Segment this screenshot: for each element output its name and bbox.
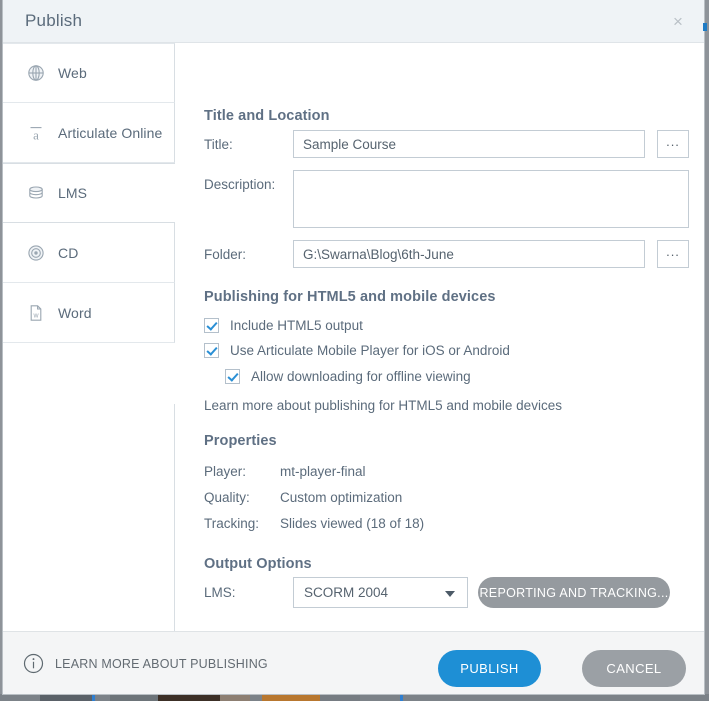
publish-target-sidebar: Web a Articulate Online LMS CD w Word [3,43,175,631]
background-tile [320,694,360,701]
page-title: Publish [25,11,83,30]
sidebar-filler [3,404,175,631]
checkbox-include-html5[interactable] [204,318,219,333]
svg-text:a: a [33,127,39,142]
sidebar-item-word[interactable]: w Word [3,283,175,343]
sidebar-item-web[interactable]: Web [3,43,175,103]
checkbox-row-allow-offline-download[interactable]: Allow downloading for offline viewing [225,369,471,384]
svg-text:w: w [32,312,39,319]
player-label: Player: [204,464,247,479]
checkbox-use-mobile-player[interactable] [204,343,219,358]
articulate-a-icon: a [27,124,45,142]
quality-value[interactable]: Custom optimization [280,490,402,505]
description-textarea[interactable] [293,170,689,228]
checkbox-allow-offline-download[interactable] [225,369,240,384]
chevron-down-icon [445,591,455,597]
lms-label: LMS: [204,585,236,600]
dialog-body: Web a Articulate Online LMS CD w Word Ti… [3,43,704,631]
background-tile [158,694,220,701]
title-label: Title: [204,137,233,152]
tracking-value[interactable]: Slides viewed (18 of 18) [280,516,424,531]
dialog-titlebar: Publish × [3,0,707,43]
player-value[interactable]: mt-player-final [280,464,366,479]
title-input[interactable] [293,130,645,158]
checkbox-label: Use Articulate Mobile Player for iOS or … [230,343,510,358]
section-heading-title-and-location: Title and Location [204,108,330,124]
description-label: Description: [204,177,276,192]
window-accent-sliver [703,23,707,31]
desktop-background-strip [0,694,709,701]
sidebar-item-cd[interactable]: CD [3,223,175,283]
sidebar-item-label: CD [58,244,79,261]
publish-button[interactable]: PUBLISH [438,650,541,687]
background-tile [40,694,92,701]
section-heading-output-options: Output Options [204,556,312,572]
folder-input[interactable] [293,240,645,268]
checkbox-row-use-mobile-player[interactable]: Use Articulate Mobile Player for iOS or … [204,343,510,358]
sidebar-item-lms[interactable]: LMS [3,163,175,223]
checkbox-row-include-html5[interactable]: Include HTML5 output [204,318,363,333]
background-tile [110,694,158,701]
checkbox-label: Include HTML5 output [230,318,363,333]
disc-icon [27,244,45,262]
sidebar-item-label: Word [58,304,92,321]
background-tile [220,694,250,701]
cancel-button[interactable]: CANCEL [582,650,686,687]
folder-label: Folder: [204,247,247,262]
dialog-footer: LEARN MORE ABOUT PUBLISHING PUBLISH CANC… [3,631,704,694]
lms-format-select[interactable]: SCORM 2004 [293,577,468,608]
section-heading-properties: Properties [204,433,277,449]
background-tile [92,694,95,701]
quality-label: Quality: [204,490,250,505]
learn-more-about-publishing-link[interactable]: LEARN MORE ABOUT PUBLISHING [23,653,268,674]
section-heading-publishing: Publishing for HTML5 and mobile devices [204,289,496,305]
learn-more-html5-link[interactable]: Learn more about publishing for HTML5 an… [204,398,562,413]
info-circle-icon [23,653,44,674]
learn-more-label: LEARN MORE ABOUT PUBLISHING [55,656,268,671]
database-icon [27,184,45,202]
close-icon[interactable]: × [668,12,688,32]
lms-format-value: SCORM 2004 [304,585,389,600]
tracking-label: Tracking: [204,516,260,531]
sidebar-item-label: Articulate Online [58,124,163,141]
sidebar-item-label: Web [58,65,87,81]
publish-settings-panel: Title and Location Title: ... Descriptio… [176,43,704,631]
publish-dialog: Publish × Web a Articulate Online LMS CD… [2,0,707,695]
sidebar-item-articulate-online[interactable]: a Articulate Online [3,103,175,163]
sidebar-item-label: LMS [58,185,88,201]
checkbox-label: Allow downloading for offline viewing [251,369,471,384]
background-tile [400,694,403,701]
word-document-icon: w [27,304,45,322]
folder-browse-button[interactable]: ... [657,240,689,268]
reporting-and-tracking-button[interactable]: REPORTING AND TRACKING... [478,577,670,608]
background-tile [262,694,320,701]
title-browse-button[interactable]: ... [657,130,689,158]
globe-icon [27,64,45,82]
